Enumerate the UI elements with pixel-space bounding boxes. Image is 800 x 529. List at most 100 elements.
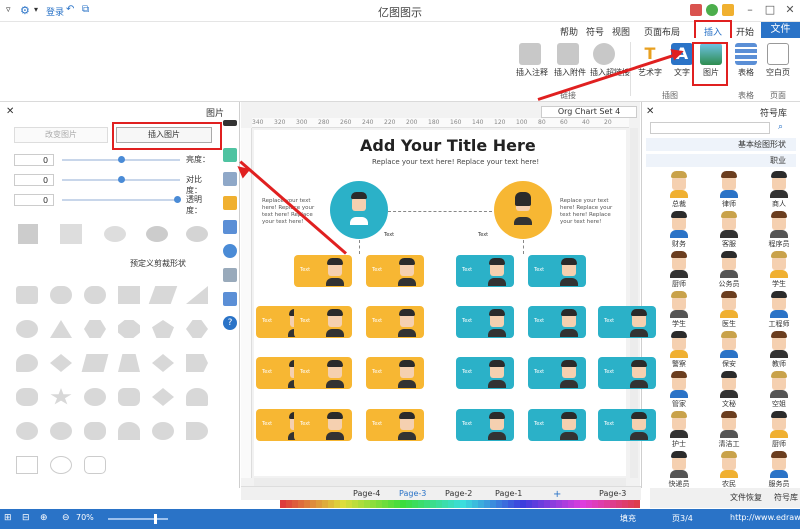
dropdown-icon[interactable]: ▿ bbox=[6, 5, 11, 15]
help-icon[interactable]: ? bbox=[223, 316, 237, 330]
occupation-symbol[interactable]: 护士 bbox=[664, 410, 694, 448]
org-node-male-circle[interactable] bbox=[330, 181, 388, 239]
tab-symbol-library[interactable]: 符号库 bbox=[774, 492, 798, 503]
zoom-slider-knob[interactable] bbox=[154, 514, 157, 524]
transparency-spinner[interactable]: 0 bbox=[14, 194, 54, 206]
effect-preset-1[interactable] bbox=[18, 224, 38, 244]
crop-shape[interactable] bbox=[50, 354, 72, 372]
org-card[interactable]: Text bbox=[528, 306, 586, 338]
tab-insert[interactable]: 插入 bbox=[704, 25, 722, 38]
occupation-symbol[interactable]: 学生 bbox=[664, 290, 694, 328]
contrast-spinner[interactable]: 0 bbox=[14, 174, 54, 186]
occupation-symbol[interactable]: 医生 bbox=[714, 290, 744, 328]
occupation-symbol[interactable]: 学生 bbox=[764, 250, 794, 288]
crop-shape[interactable] bbox=[152, 354, 174, 372]
org-card[interactable]: Text bbox=[366, 306, 424, 338]
crop-shape[interactable] bbox=[50, 422, 72, 440]
node-blurb-right[interactable]: Replace your text here! Replace your tex… bbox=[560, 198, 622, 226]
crop-shape[interactable] bbox=[50, 286, 72, 304]
category-basic-shapes[interactable]: 基本绘图形状 bbox=[646, 138, 796, 151]
crop-shape[interactable] bbox=[16, 422, 38, 440]
org-card[interactable]: Text bbox=[294, 306, 352, 338]
tab-symbols[interactable]: 符号 bbox=[586, 25, 604, 38]
crop-shape[interactable] bbox=[118, 286, 140, 304]
crop-shape[interactable] bbox=[16, 320, 38, 338]
occupation-symbol[interactable]: 公务员 bbox=[714, 250, 744, 288]
org-card[interactable]: Text bbox=[456, 357, 514, 389]
line-icon[interactable] bbox=[223, 120, 237, 126]
document-tab[interactable]: Org Chart Set 4 bbox=[541, 106, 637, 118]
search-icon[interactable]: ⌕ bbox=[778, 122, 783, 132]
org-card[interactable]: Text bbox=[294, 255, 352, 287]
occupation-symbol[interactable]: 快递员 bbox=[664, 450, 694, 488]
crop-shape[interactable] bbox=[16, 388, 38, 406]
occupation-symbol[interactable]: 工程师 bbox=[764, 290, 794, 328]
occupation-symbol[interactable]: 文秘 bbox=[714, 370, 744, 408]
change-picture-button[interactable]: 改变图片 bbox=[14, 127, 108, 143]
tab-file[interactable]: 文件 bbox=[761, 22, 800, 38]
effect-preset-3[interactable] bbox=[104, 226, 126, 242]
brightness-knob[interactable] bbox=[118, 156, 125, 163]
org-card[interactable]: Text bbox=[456, 409, 514, 441]
crop-shape[interactable] bbox=[152, 388, 174, 406]
page-tab-3[interactable]: Page-3 bbox=[399, 489, 426, 498]
tab-page-layout[interactable]: 页面布局 bbox=[644, 25, 680, 38]
node-label-left[interactable]: Text bbox=[384, 232, 394, 238]
occupation-symbol[interactable]: 厨师 bbox=[764, 410, 794, 448]
blank-page-button[interactable]: 空白页 bbox=[764, 41, 792, 83]
zoom-in-icon[interactable]: ⊕ bbox=[40, 513, 48, 523]
fill-icon[interactable] bbox=[223, 148, 237, 162]
occupation-symbol[interactable]: 保安 bbox=[714, 330, 744, 368]
share-icon[interactable] bbox=[690, 4, 702, 16]
org-card[interactable]: Text bbox=[598, 306, 656, 338]
color-swatch[interactable] bbox=[634, 500, 640, 508]
maximize-button[interactable]: □ bbox=[762, 3, 778, 17]
org-card[interactable]: Text bbox=[366, 255, 424, 287]
occupation-symbol[interactable]: 总裁 bbox=[664, 170, 694, 208]
org-chart-subtitle[interactable]: Replace your text here! Replace your tex… bbox=[372, 158, 539, 166]
org-card[interactable]: Text bbox=[294, 409, 352, 441]
org-card[interactable]: Text bbox=[366, 409, 424, 441]
contrast-knob[interactable] bbox=[118, 176, 125, 183]
effect-preset-5[interactable] bbox=[186, 226, 208, 242]
crop-shape[interactable] bbox=[84, 320, 106, 338]
add-page-icon[interactable]: + bbox=[553, 489, 561, 500]
crop-shape[interactable] bbox=[118, 388, 140, 406]
category-occupation[interactable]: 职业 bbox=[646, 154, 796, 167]
occupation-symbol[interactable]: 厨师 bbox=[664, 250, 694, 288]
table-button[interactable]: 表格 bbox=[732, 41, 760, 83]
occupation-symbol[interactable]: 客服 bbox=[714, 210, 744, 248]
horizontal-scrollbar[interactable] bbox=[254, 478, 626, 486]
crop-shape[interactable] bbox=[186, 354, 208, 372]
occupation-symbol[interactable]: 管家 bbox=[664, 370, 694, 408]
page-icon[interactable] bbox=[223, 220, 237, 234]
attachment-button[interactable]: 插入附件 bbox=[554, 41, 586, 83]
settings-icon[interactable]: ⚙ bbox=[20, 4, 30, 17]
crop-shape[interactable] bbox=[152, 422, 174, 440]
occupation-symbol[interactable]: 空姐 bbox=[764, 370, 794, 408]
page-tab-1[interactable]: Page-1 bbox=[495, 489, 522, 498]
occupation-symbol[interactable]: 服务员 bbox=[764, 450, 794, 488]
org-card[interactable]: Text bbox=[366, 357, 424, 389]
tab-file-recovery[interactable]: 文件恢复 bbox=[730, 492, 762, 503]
undo-icon[interactable]: ↶ bbox=[66, 4, 74, 15]
org-card[interactable]: Text bbox=[294, 357, 352, 389]
website-link[interactable]: http://www.edrawsoft.com bbox=[730, 513, 800, 522]
crop-shape[interactable] bbox=[16, 456, 38, 474]
org-card[interactable]: Text bbox=[528, 357, 586, 389]
chevron-down-icon[interactable]: ▾ bbox=[34, 5, 38, 14]
crop-shape[interactable] bbox=[84, 388, 106, 406]
minimize-button[interactable]: – bbox=[742, 3, 758, 17]
org-card[interactable]: Text bbox=[456, 306, 514, 338]
tab-view[interactable]: 视图 bbox=[612, 25, 630, 38]
theme-icon[interactable] bbox=[722, 4, 734, 16]
login-link[interactable]: 登录 bbox=[46, 5, 64, 18]
crop-shape[interactable] bbox=[118, 422, 140, 440]
crop-shape[interactable] bbox=[152, 320, 174, 338]
crop-shape[interactable] bbox=[16, 286, 38, 304]
layer-icon[interactable] bbox=[223, 196, 237, 210]
image-panel-icon[interactable] bbox=[223, 172, 237, 186]
transparency-slider[interactable] bbox=[62, 199, 180, 201]
crop-shape[interactable] bbox=[118, 320, 140, 338]
org-card[interactable]: Text bbox=[598, 409, 656, 441]
